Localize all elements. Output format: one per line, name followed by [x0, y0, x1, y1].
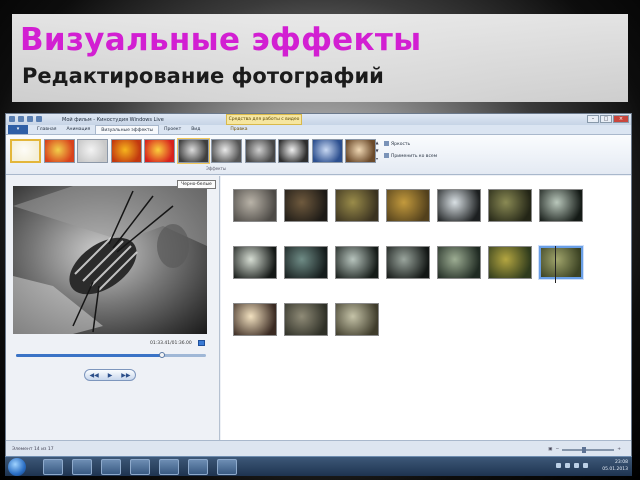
preview-pane: 01:33.41/01:36.00 ◀◀ ▶ ▶▶ — [6, 176, 220, 440]
zoom-slider-thumb[interactable] — [582, 446, 587, 453]
storyboard-clip[interactable] — [488, 189, 532, 222]
effect-thumbnail-bw-dark[interactable] — [244, 139, 276, 163]
clock-date: 05.01.2013 — [602, 467, 628, 472]
zoom-controls: ▣ − + — [548, 446, 621, 453]
storyboard-clip[interactable] — [539, 189, 583, 222]
slide-subtitle: Редактирование фотографий — [22, 64, 384, 88]
apply-all-icon — [384, 153, 389, 158]
storyboard-clip[interactable] — [284, 246, 328, 279]
clock-time: 23:08 — [615, 460, 628, 465]
effect-thumbnail-blue[interactable] — [311, 139, 343, 163]
zoom-out-button[interactable]: − — [555, 447, 559, 452]
clock[interactable]: 23:08 05.01.2013 — [602, 459, 628, 473]
title-bar: Мой фильм - Киностудия Windows Live Сред… — [6, 114, 631, 125]
close-button[interactable]: × — [613, 115, 629, 123]
zoom-slider[interactable] — [562, 446, 615, 453]
storyboard-clip[interactable] — [233, 303, 277, 336]
save-icon[interactable] — [18, 116, 24, 122]
window-title: Мой фильм - Киностудия Windows Live — [62, 117, 164, 123]
ribbon-panel: ▲ ▼ ▾ Яркость Применить ко всем Эффекты — [6, 135, 631, 175]
context-tab-group: Средства для работы с видео — [226, 114, 302, 125]
effect-thumbnail-bw[interactable] — [176, 138, 210, 164]
next-frame-button[interactable]: ▶▶ — [121, 372, 130, 379]
tab-view[interactable]: Вид — [186, 125, 205, 134]
effect-thumbnail-bw-light[interactable] — [211, 139, 242, 163]
play-button[interactable]: ▶ — [108, 372, 113, 379]
storyboard-clip[interactable] — [539, 246, 583, 283]
previous-frame-button[interactable]: ◀◀ — [89, 372, 98, 379]
quick-access-toolbar — [9, 116, 42, 122]
redo-icon[interactable] — [36, 116, 42, 122]
playback-controls: ◀◀ ▶ ▶▶ — [84, 369, 136, 381]
brightness-button[interactable]: Яркость — [384, 141, 410, 147]
storyboard-clip[interactable] — [284, 189, 328, 222]
playhead-marker[interactable] — [555, 246, 556, 283]
flag-icon[interactable] — [583, 463, 588, 468]
lionfish-preview-image — [13, 186, 207, 334]
undo-icon[interactable] — [27, 116, 33, 122]
tab-edit[interactable]: Правка — [225, 125, 252, 134]
fullscreen-icon[interactable] — [198, 340, 205, 346]
storyboard — [221, 176, 631, 440]
slide-title: Визуальные эффекты — [20, 22, 422, 58]
storyboard-clip[interactable] — [437, 246, 481, 279]
seek-bar-fill — [16, 354, 163, 357]
taskbar-powerpoint-button[interactable] — [217, 459, 237, 475]
seek-bar-thumb[interactable] — [159, 352, 166, 358]
volume-icon[interactable] — [574, 463, 579, 468]
network-icon[interactable] — [565, 463, 570, 468]
thumbnail-size-icon[interactable]: ▣ — [548, 447, 552, 452]
effect-thumbnail-sepia[interactable] — [345, 139, 376, 163]
seek-bar[interactable] — [16, 352, 206, 358]
playback-time: 01:33.41/01:36.00 — [150, 341, 192, 346]
ribbon-tabs: ▾ Главная Анимация Визуальные эффекты Пр… — [6, 125, 631, 135]
storyboard-clip[interactable] — [233, 246, 277, 279]
storyboard-clip[interactable] — [335, 189, 379, 222]
effects-group-label: Эффекты — [206, 166, 226, 171]
effect-thumbnail-orange[interactable] — [110, 139, 142, 163]
taskbar-explorer-button[interactable] — [101, 459, 121, 475]
storyboard-clip[interactable] — [284, 303, 328, 336]
status-text: Элемент 14 из 17 — [12, 447, 54, 452]
storyboard-clip[interactable] — [335, 303, 379, 336]
taskbar-ie-button[interactable] — [43, 459, 63, 475]
tab-visual-effects[interactable]: Визуальные эффекты — [95, 125, 160, 134]
app-icon[interactable] — [9, 116, 15, 122]
tray-icons — [556, 463, 588, 468]
apply-all-button[interactable]: Применить ко всем — [384, 153, 437, 159]
brightness-icon — [384, 141, 389, 146]
storyboard-clip[interactable] — [386, 246, 430, 279]
effect-thumbnail-fire[interactable] — [43, 139, 75, 163]
zoom-in-button[interactable]: + — [617, 447, 621, 452]
storyboard-clip[interactable] — [437, 189, 481, 222]
taskbar-media-player-button[interactable] — [72, 459, 92, 475]
effect-thumbnail-fade[interactable] — [77, 139, 108, 163]
storyboard-clip[interactable] — [386, 189, 430, 222]
minimize-button[interactable]: – — [587, 115, 599, 123]
tab-animation[interactable]: Анимация — [61, 125, 95, 134]
tab-project[interactable]: Проект — [159, 125, 186, 134]
tab-home[interactable]: Главная — [32, 125, 61, 134]
taskbar-firefox-button[interactable] — [130, 459, 150, 475]
app-window: Мой фильм - Киностудия Windows Live Сред… — [5, 113, 632, 458]
preview-monitor[interactable] — [13, 186, 207, 334]
file-menu-button[interactable]: ▾ — [8, 125, 28, 134]
storyboard-clip[interactable] — [488, 246, 532, 279]
effect-thumbnail-bw-contrast[interactable] — [278, 139, 309, 163]
start-button[interactable] — [8, 458, 26, 476]
tray-arrow-icon[interactable] — [556, 463, 561, 468]
taskbar: 23:08 05.01.2013 — [5, 456, 632, 476]
storyboard-clip[interactable] — [233, 189, 277, 222]
storyboard-clip[interactable] — [335, 246, 379, 279]
taskbar-video-app-button[interactable] — [159, 459, 179, 475]
effect-tooltip: Черно-белые — [177, 180, 216, 189]
taskbar-paint-button[interactable] — [188, 459, 208, 475]
maximize-button[interactable]: □ — [600, 115, 612, 123]
effect-thumbnail-none[interactable] — [10, 139, 41, 163]
effect-thumbnail-red[interactable] — [144, 139, 175, 163]
